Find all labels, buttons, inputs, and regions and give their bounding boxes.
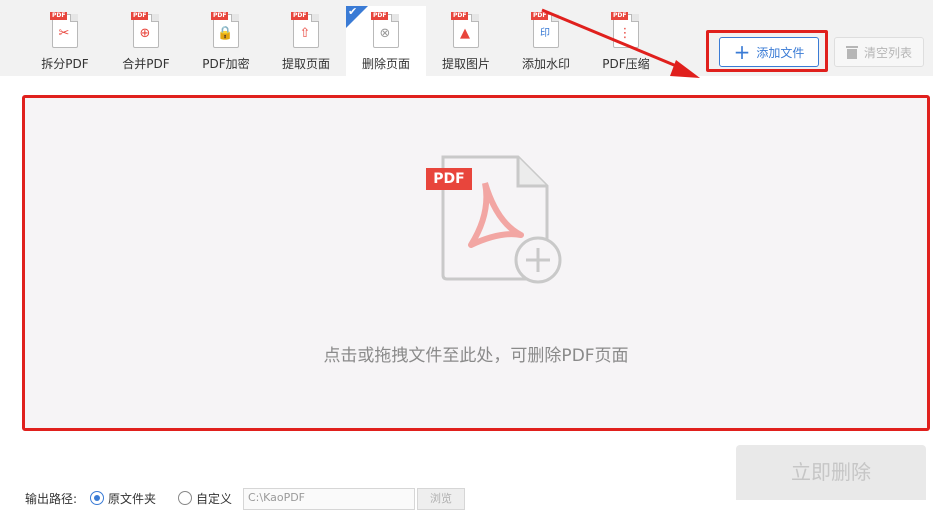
zip-glyph: ⋮	[618, 26, 632, 41]
trash-icon	[845, 45, 858, 59]
pdf-tag: PDF	[426, 168, 472, 190]
tool-label: 提取页面	[281, 57, 330, 71]
split-glyph: ✂	[58, 26, 70, 41]
delete-pages-icon: PDF ⊗	[371, 12, 401, 50]
tool-label: 提取图片	[441, 57, 490, 71]
compress-pdf-icon: PDF ⋮	[611, 12, 641, 50]
tool-label: 拆分PDF	[41, 57, 89, 71]
tool-compress-pdf[interactable]: PDF ⋮ PDF压缩	[586, 6, 666, 76]
tool-extract-pages[interactable]: PDF ⇧ 提取页面	[266, 6, 346, 76]
tool-label: 合并PDF	[122, 57, 170, 71]
checkmark-icon: ✔	[348, 5, 358, 18]
pdf-tag: PDF	[211, 12, 229, 20]
pdf-tag: PDF	[131, 12, 149, 20]
radio-custom-label: 自定义	[196, 492, 233, 506]
encrypt-pdf-icon: PDF 🔒	[211, 12, 241, 50]
pdf-tag: PDF	[451, 12, 469, 20]
tool-encrypt-pdf[interactable]: PDF 🔒 PDF加密	[186, 6, 266, 76]
add-watermark-icon: PDF 印	[531, 12, 561, 50]
tool-delete-pages[interactable]: ✔ PDF ⊗ 删除页面	[346, 6, 426, 76]
clear-list-button[interactable]: 清空列表	[834, 37, 924, 67]
pdf-tag: PDF	[531, 12, 549, 20]
tool-merge-pdf[interactable]: PDF ⊕ 合并PDF	[106, 6, 186, 76]
split-pdf-icon: PDF ✂	[50, 12, 80, 50]
merge-pdf-icon: PDF ⊕	[131, 12, 161, 50]
clear-list-label: 清空列表	[863, 45, 912, 60]
extract-glyph: ⇧	[299, 26, 311, 41]
add-file-label: 添加文件	[756, 45, 805, 60]
delete-now-button[interactable]: 立即删除	[736, 445, 926, 500]
tool-label: PDF加密	[202, 57, 250, 71]
pdf-tag: PDF	[371, 12, 389, 20]
add-file-button[interactable]: + 添加文件	[719, 37, 819, 67]
tool-add-watermark[interactable]: PDF 印 添加水印	[506, 6, 586, 76]
tool-bar: PDF ✂ 拆分PDF PDF ⊕ 合并PDF PDF 🔒 PDF加密 PDF …	[0, 0, 933, 76]
file-drop-zone[interactable]: PDF 点击或拖拽文件至此处，可删除PDF页面	[22, 95, 930, 431]
output-path-label: 输出路径:	[25, 492, 78, 506]
pdf-tag: PDF	[291, 12, 309, 20]
watermark-glyph: 印	[540, 28, 550, 39]
output-path-input[interactable]: C:\KaoPDF	[243, 488, 415, 510]
drop-hint: 点击或拖拽文件至此处，可删除PDF页面	[323, 346, 629, 366]
merge-glyph: ⊕	[139, 26, 151, 41]
radio-original-folder[interactable]	[90, 491, 104, 505]
tool-label: PDF压缩	[602, 57, 650, 71]
radio-original-label: 原文件夹	[108, 492, 157, 506]
tool-label: 添加水印	[521, 57, 570, 71]
browse-button[interactable]: 浏览	[417, 488, 465, 510]
image-glyph: ▲	[460, 26, 470, 41]
pdf-tag: PDF	[50, 12, 68, 20]
tool-extract-images[interactable]: PDF ▲ 提取图片	[426, 6, 506, 76]
plus-icon: +	[733, 40, 751, 64]
extract-pages-icon: PDF ⇧	[291, 12, 321, 50]
radio-custom-folder[interactable]	[178, 491, 192, 505]
lock-glyph: 🔒	[217, 26, 234, 41]
pdf-tag: PDF	[611, 12, 629, 20]
delete-glyph: ⊗	[379, 26, 391, 41]
extract-images-icon: PDF ▲	[451, 12, 481, 50]
tool-label: 删除页面	[361, 57, 410, 71]
tool-split-pdf[interactable]: PDF ✂ 拆分PDF	[25, 6, 105, 76]
